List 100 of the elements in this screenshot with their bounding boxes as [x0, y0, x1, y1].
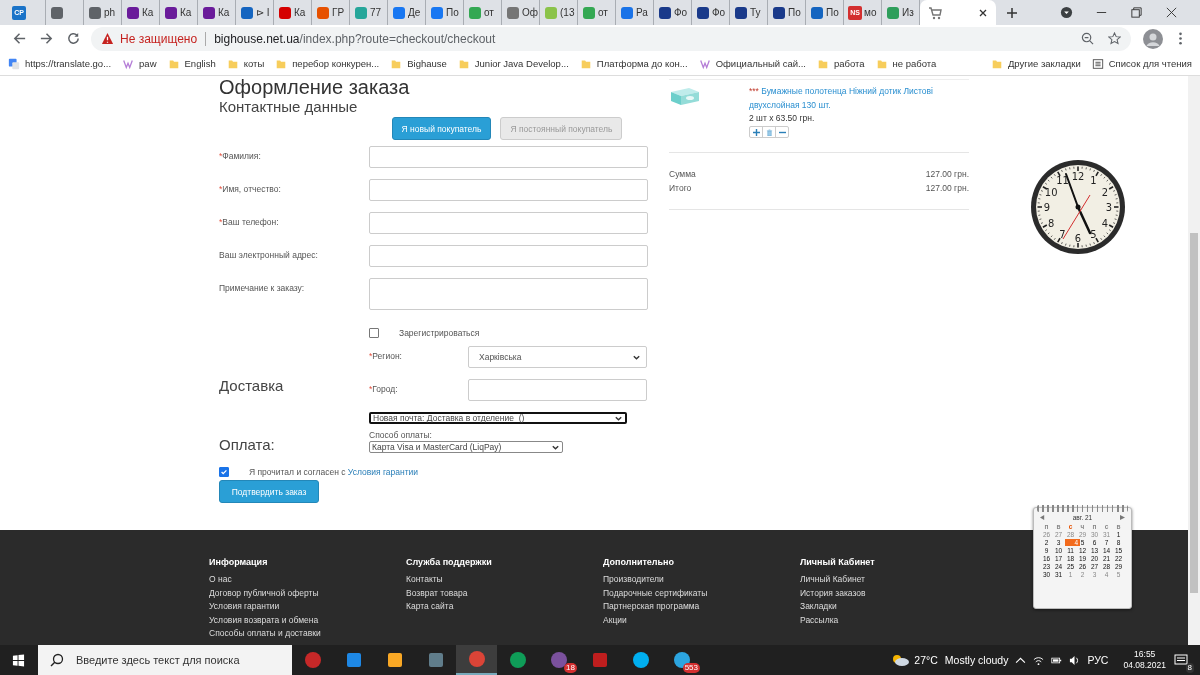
clock-numeral: 6: [1074, 232, 1082, 245]
footer-link[interactable]: Карта сайта: [406, 600, 603, 614]
bookmark[interactable]: Платформа до кон...: [579, 57, 688, 70]
bookmark[interactable]: не работа: [875, 57, 937, 70]
wifi-icon[interactable]: [1033, 654, 1045, 666]
bookmark[interactable]: paw: [122, 57, 157, 70]
clock-numeral: 10: [1044, 185, 1058, 199]
app-badge: 18: [564, 663, 577, 673]
close-icon[interactable]: [1165, 6, 1178, 19]
scrollbar[interactable]: [1188, 76, 1200, 645]
tab-title: Де: [408, 7, 421, 18]
section-title: Контактные данные: [219, 98, 359, 115]
terms-link[interactable]: Условия гарантии: [347, 467, 419, 477]
bookmark[interactable]: Junior Java Develop...: [457, 57, 569, 70]
bookmark[interactable]: https://translate.go...: [8, 57, 112, 70]
footer-link[interactable]: Рассылка: [800, 613, 997, 627]
bookmark-label: коты: [243, 58, 265, 69]
scroll-thumb[interactable]: [1190, 233, 1198, 593]
bookmark[interactable]: работа: [816, 57, 865, 70]
product-name[interactable]: *** Бумажные полотенца Ніжний дотик Листові двухслойная 130 шт.: [749, 84, 959, 112]
back-icon[interactable]: [12, 31, 27, 46]
tab-title: Ка: [218, 7, 230, 18]
notifications-icon[interactable]: [1174, 653, 1188, 667]
input-field[interactable]: [369, 146, 648, 168]
address-bar[interactable]: Не защищено bighouse.net.ua/index.php?route=checkout/checkout: [91, 26, 1131, 51]
forward-icon[interactable]: [39, 31, 54, 46]
caret-icon[interactable]: [1015, 654, 1027, 666]
bookmark-label: Junior Java Develop...: [474, 58, 569, 69]
bookmark[interactable]: перебор конкурен...: [275, 57, 380, 70]
clock-numeral: 11: [1056, 174, 1069, 188]
tab-title: Оф: [522, 7, 538, 18]
footer-link[interactable]: Подарочные сертификаты: [603, 586, 800, 600]
trash-icon: [765, 128, 773, 136]
star-icon[interactable]: [1108, 32, 1121, 45]
footer-link[interactable]: Контакты: [406, 573, 603, 587]
input-field[interactable]: [369, 212, 648, 234]
tab-title: Из: [902, 7, 914, 18]
close-icon[interactable]: [978, 7, 988, 18]
bookmark[interactable]: Bighause: [390, 57, 447, 70]
input-field[interactable]: [468, 379, 647, 401]
language-indicator[interactable]: РУС: [1087, 654, 1109, 666]
translate-icon: [8, 57, 20, 70]
agreement-checkbox[interactable]: [219, 467, 229, 477]
region-select[interactable]: Харківська: [468, 346, 647, 368]
footer-link[interactable]: Личный Кабинет: [800, 573, 997, 587]
input-field[interactable]: [369, 245, 648, 267]
bookmark[interactable]: Список для чтения: [1091, 57, 1192, 70]
taskbar-app[interactable]: [456, 645, 497, 675]
clock-numeral: 9: [1043, 201, 1051, 214]
start-icon[interactable]: [12, 653, 25, 667]
bookmark-label: Другие закладки: [1007, 58, 1081, 69]
payment-method-select[interactable]: Карта Visa и MasterCard (LiqPay): [369, 441, 563, 453]
footer-heading: Личный Кабинет: [800, 557, 876, 567]
footer-link[interactable]: Способы оплаты и доставки: [209, 627, 406, 641]
comment-field[interactable]: [369, 278, 648, 310]
clock-numeral: 1: [1090, 174, 1097, 188]
tab-title: (13: [560, 7, 575, 18]
plus-icon: [752, 128, 760, 136]
new-tab-icon[interactable]: [1006, 6, 1018, 19]
tab-title: ⊳ I: [256, 7, 270, 18]
clock-numeral: 2: [1101, 185, 1108, 199]
tab-title: Ка: [294, 7, 306, 18]
footer-link[interactable]: Условия возврата и обмена: [209, 613, 406, 627]
profile-avatar[interactable]: [1143, 28, 1163, 49]
field-label: *Регион:: [369, 350, 403, 363]
footer-link[interactable]: Производители: [603, 573, 800, 587]
field-label: *Фамилия:: [219, 150, 262, 163]
reload-icon[interactable]: [66, 31, 81, 46]
footer-link[interactable]: Договор публичной оферты: [209, 586, 406, 600]
taskbar-search-field[interactable]: Введите здесь текст для поиска: [38, 645, 292, 675]
footer-link[interactable]: Партнерская программа: [603, 600, 800, 614]
previous-icon[interactable]: [1040, 515, 1045, 520]
next-icon[interactable]: [1120, 515, 1125, 520]
footer-link[interactable]: Акции: [603, 613, 800, 627]
bookmark[interactable]: English: [167, 57, 216, 70]
input-field[interactable]: [369, 179, 648, 201]
footer-link[interactable]: Возврат товара: [406, 586, 603, 600]
tab-title: По: [826, 7, 839, 18]
footer-link[interactable]: Закладки: [800, 600, 997, 614]
delivery-method-select[interactable]: Новая почта: Доставка в отделение (): [369, 412, 627, 424]
volume-icon[interactable]: [1069, 654, 1081, 666]
zoom-icon[interactable]: [1081, 32, 1094, 45]
total-value: 127.00 грн.: [925, 168, 969, 181]
bookmark[interactable]: Другие закладки: [990, 57, 1081, 70]
tab-title: мо: [864, 7, 877, 18]
bookmark-label: Официальный сай...: [715, 58, 806, 69]
tab-search-icon[interactable]: [1060, 6, 1073, 19]
footer-link[interactable]: О нас: [209, 573, 406, 587]
restore-icon[interactable]: [1130, 6, 1143, 19]
tab-title: ph: [104, 7, 116, 18]
increase-button[interactable]: [750, 127, 763, 137]
battery-icon[interactable]: [1051, 654, 1063, 666]
bookmark[interactable]: Официальный сай...: [698, 57, 806, 70]
footer-link[interactable]: История заказов: [800, 586, 997, 600]
register-checkbox[interactable]: [369, 328, 379, 338]
clock-area[interactable]: 16:55 04.08.2021: [1123, 649, 1166, 671]
taskbar-app[interactable]: 18: [538, 645, 579, 675]
footer-link[interactable]: Условия гарантии: [209, 600, 406, 614]
taskbar-app[interactable]: 553: [661, 645, 702, 675]
bookmark[interactable]: коты: [226, 57, 265, 70]
